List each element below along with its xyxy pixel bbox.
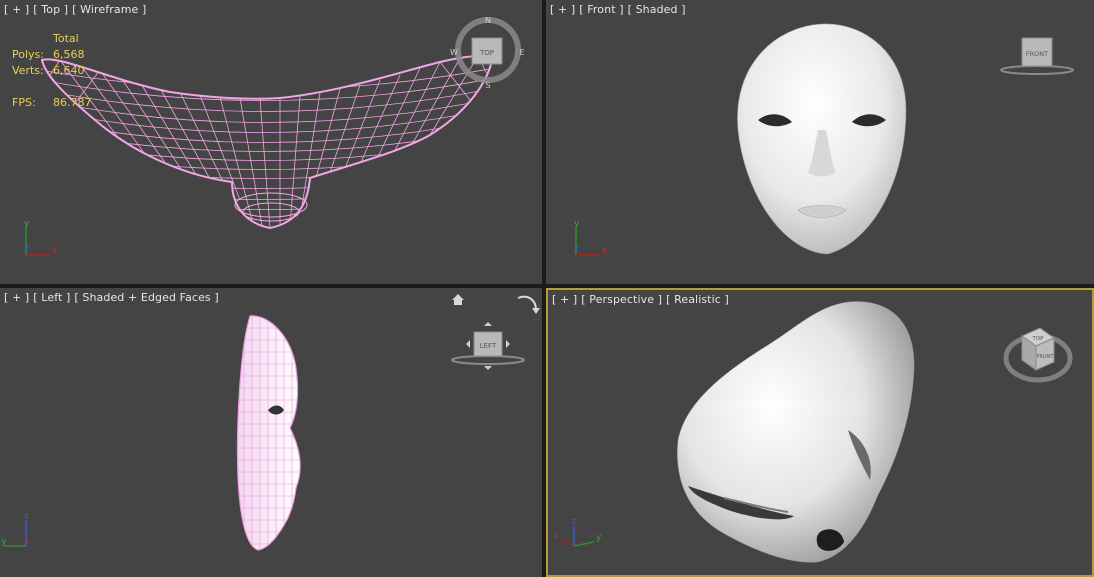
viewport-left-mode-menu[interactable]: [ Shaded + Edged Faces ] <box>74 291 218 304</box>
axis-tripod-left: z y x <box>1 511 30 547</box>
axis-x-label: x <box>602 246 608 256</box>
viewcube-top[interactable]: TOP N S E W <box>450 16 524 90</box>
compass-east-label: E <box>519 48 524 57</box>
stats-verts-value: 6,640 <box>53 64 85 77</box>
stats-total-header: Total <box>53 32 79 45</box>
axis-x-label: x <box>24 537 30 547</box>
viewport-persp-mode-menu[interactable]: [ Realistic ] <box>666 293 729 306</box>
axis-y-label: y <box>596 533 602 543</box>
viewcube-front[interactable]: FRONT <box>1000 37 1074 75</box>
mask-wireframe-top <box>40 55 494 230</box>
viewport-top-mode-menu[interactable]: [ Wireframe ] <box>72 3 146 16</box>
axis-y-label: y <box>24 219 30 229</box>
viewcube-left[interactable]: LEFT <box>451 322 525 370</box>
axis-y-label: y <box>1 537 7 547</box>
stats-fps-value: 86.787 <box>53 96 92 109</box>
viewport-left[interactable]: LEFT z y x [ + ] [ Left ] [ Shaded + Edged… <box>0 288 542 577</box>
viewport-front-view-menu[interactable]: [ Front ] <box>579 3 623 16</box>
mask-side-view <box>236 315 301 551</box>
perspective-realistic-canvas: TOP FRONT z x y <box>554 301 1073 563</box>
viewcube-front-label: FRONT <box>1026 50 1048 58</box>
axis-tripod-top: y x z <box>24 219 58 256</box>
viewport-front-mode-menu[interactable]: [ Shaded ] <box>628 3 686 16</box>
axis-tripod-perspective: z x y <box>554 517 602 547</box>
axis-tripod-front: y x z <box>574 219 608 256</box>
viewport-front-plus-menu[interactable]: [ + ] <box>550 3 575 16</box>
compass-north-label: N <box>485 16 491 25</box>
viewcube-perspective-front-label: FRONT <box>1036 354 1054 360</box>
viewport-left-view-menu[interactable]: [ Left ] <box>33 291 70 304</box>
stats-verts-label: Verts: <box>12 64 44 77</box>
home-icon[interactable] <box>452 294 464 305</box>
viewport-persp-view-menu[interactable]: [ Perspective ] <box>581 293 662 306</box>
viewport-left-label[interactable]: [ + ] [ Left ] [ Shaded + Edged Faces ] <box>4 291 223 304</box>
viewcube-left-label: LEFT <box>480 342 497 350</box>
axis-y-label: y <box>574 219 580 229</box>
stats-polys-value: 6,568 <box>53 48 85 61</box>
viewport-left-plus-menu[interactable]: [ + ] <box>4 291 29 304</box>
viewport-front-label[interactable]: [ + ] [ Front ] [ Shaded ] <box>550 3 690 16</box>
viewcube-perspective-top-label: TOP <box>1031 336 1044 342</box>
viewport-perspective-label[interactable]: [ + ] [ Perspective ] [ Realistic ] <box>552 293 733 306</box>
left-edged-canvas: LEFT z y x <box>1 294 540 551</box>
viewport-top[interactable]: TOP N S E W y x z [ + ] [ Top ] [ Wirefram… <box>0 0 542 284</box>
axis-x-label: x <box>52 246 58 256</box>
compass-south-label: S <box>485 81 490 90</box>
viewport-front[interactable]: FRONT y x z [ + ] [ Front ] [ Shaded ] <box>546 0 1094 284</box>
stats-polys-label: Polys: <box>12 48 44 61</box>
axis-z-label: z <box>572 517 577 527</box>
compass-west-label: W <box>450 48 458 57</box>
viewport-top-plus-menu[interactable]: [ + ] <box>4 3 29 16</box>
stats-fps-label: FPS: <box>12 96 36 109</box>
viewport-top-label[interactable]: [ + ] [ Top ] [ Wireframe ] <box>4 3 150 16</box>
axis-z-label: z <box>574 244 579 254</box>
front-shaded-canvas: FRONT y x z <box>574 23 1074 256</box>
viewport-persp-plus-menu[interactable]: [ + ] <box>552 293 577 306</box>
mask-perspective-view <box>677 301 915 563</box>
axis-z-label: z <box>24 511 29 521</box>
viewcube-perspective[interactable]: TOP FRONT <box>1003 327 1073 383</box>
rotate-arrow-icon[interactable] <box>517 295 540 314</box>
viewport-top-view-menu[interactable]: [ Top ] <box>33 3 68 16</box>
mask-front-view <box>737 23 907 255</box>
top-wireframe-canvas: TOP N S E W y x z <box>24 16 525 256</box>
axis-x-label: x <box>554 531 560 541</box>
axis-z-label: z <box>24 244 29 254</box>
viewcube-top-label: TOP <box>479 49 494 57</box>
viewport-perspective[interactable]: TOP FRONT z x y [ + ] [ Perspective ] [ Re… <box>546 288 1094 577</box>
